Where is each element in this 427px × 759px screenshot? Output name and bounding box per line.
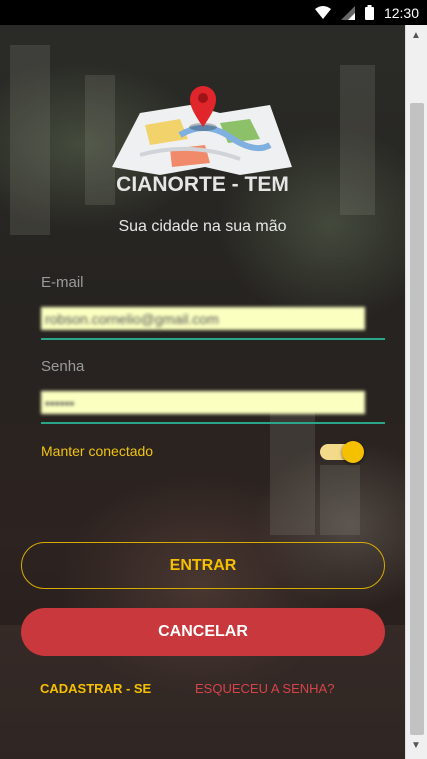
- scrollbar-thumb[interactable]: [410, 103, 424, 735]
- background-building: [270, 405, 315, 535]
- email-field[interactable]: [41, 307, 365, 330]
- email-underline: [41, 338, 385, 340]
- keep-connected-toggle[interactable]: [320, 439, 366, 465]
- background-building: [320, 465, 360, 535]
- clock: 12:30: [383, 4, 419, 21]
- scrollbar[interactable]: ▲ ▼: [405, 25, 427, 759]
- cancel-button[interactable]: CANCELAR: [21, 608, 385, 656]
- background-building: [10, 45, 50, 235]
- scroll-down-arrow-icon[interactable]: ▼: [411, 741, 421, 751]
- app-title: CIANORTE - TEM: [116, 173, 289, 196]
- wifi-icon: [314, 5, 331, 19]
- login-screen: CIANORTE - TEM Sua cidade na sua mão E-m…: [0, 25, 405, 759]
- password-field[interactable]: [41, 391, 365, 414]
- map-pin-logo-icon: [112, 86, 292, 175]
- register-link[interactable]: CADASTRAR - SE: [40, 681, 151, 696]
- enter-button[interactable]: ENTRAR: [21, 542, 385, 589]
- keep-connected-label: Manter conectado: [41, 443, 154, 459]
- signal-icon: [340, 5, 355, 20]
- battery-icon: [364, 5, 374, 20]
- status-icons: 12:30: [314, 0, 419, 25]
- toggle-knob: [342, 441, 364, 463]
- scroll-up-arrow-icon[interactable]: ▲: [411, 31, 421, 41]
- email-label: E-mail: [41, 274, 84, 291]
- forgot-password-link[interactable]: ESQUECEU A SENHA?: [195, 681, 334, 696]
- password-label: Senha: [41, 358, 85, 375]
- status-bar: 12:30: [0, 0, 427, 25]
- password-underline: [41, 422, 385, 424]
- app-subtitle: Sua cidade na sua mão: [118, 218, 287, 235]
